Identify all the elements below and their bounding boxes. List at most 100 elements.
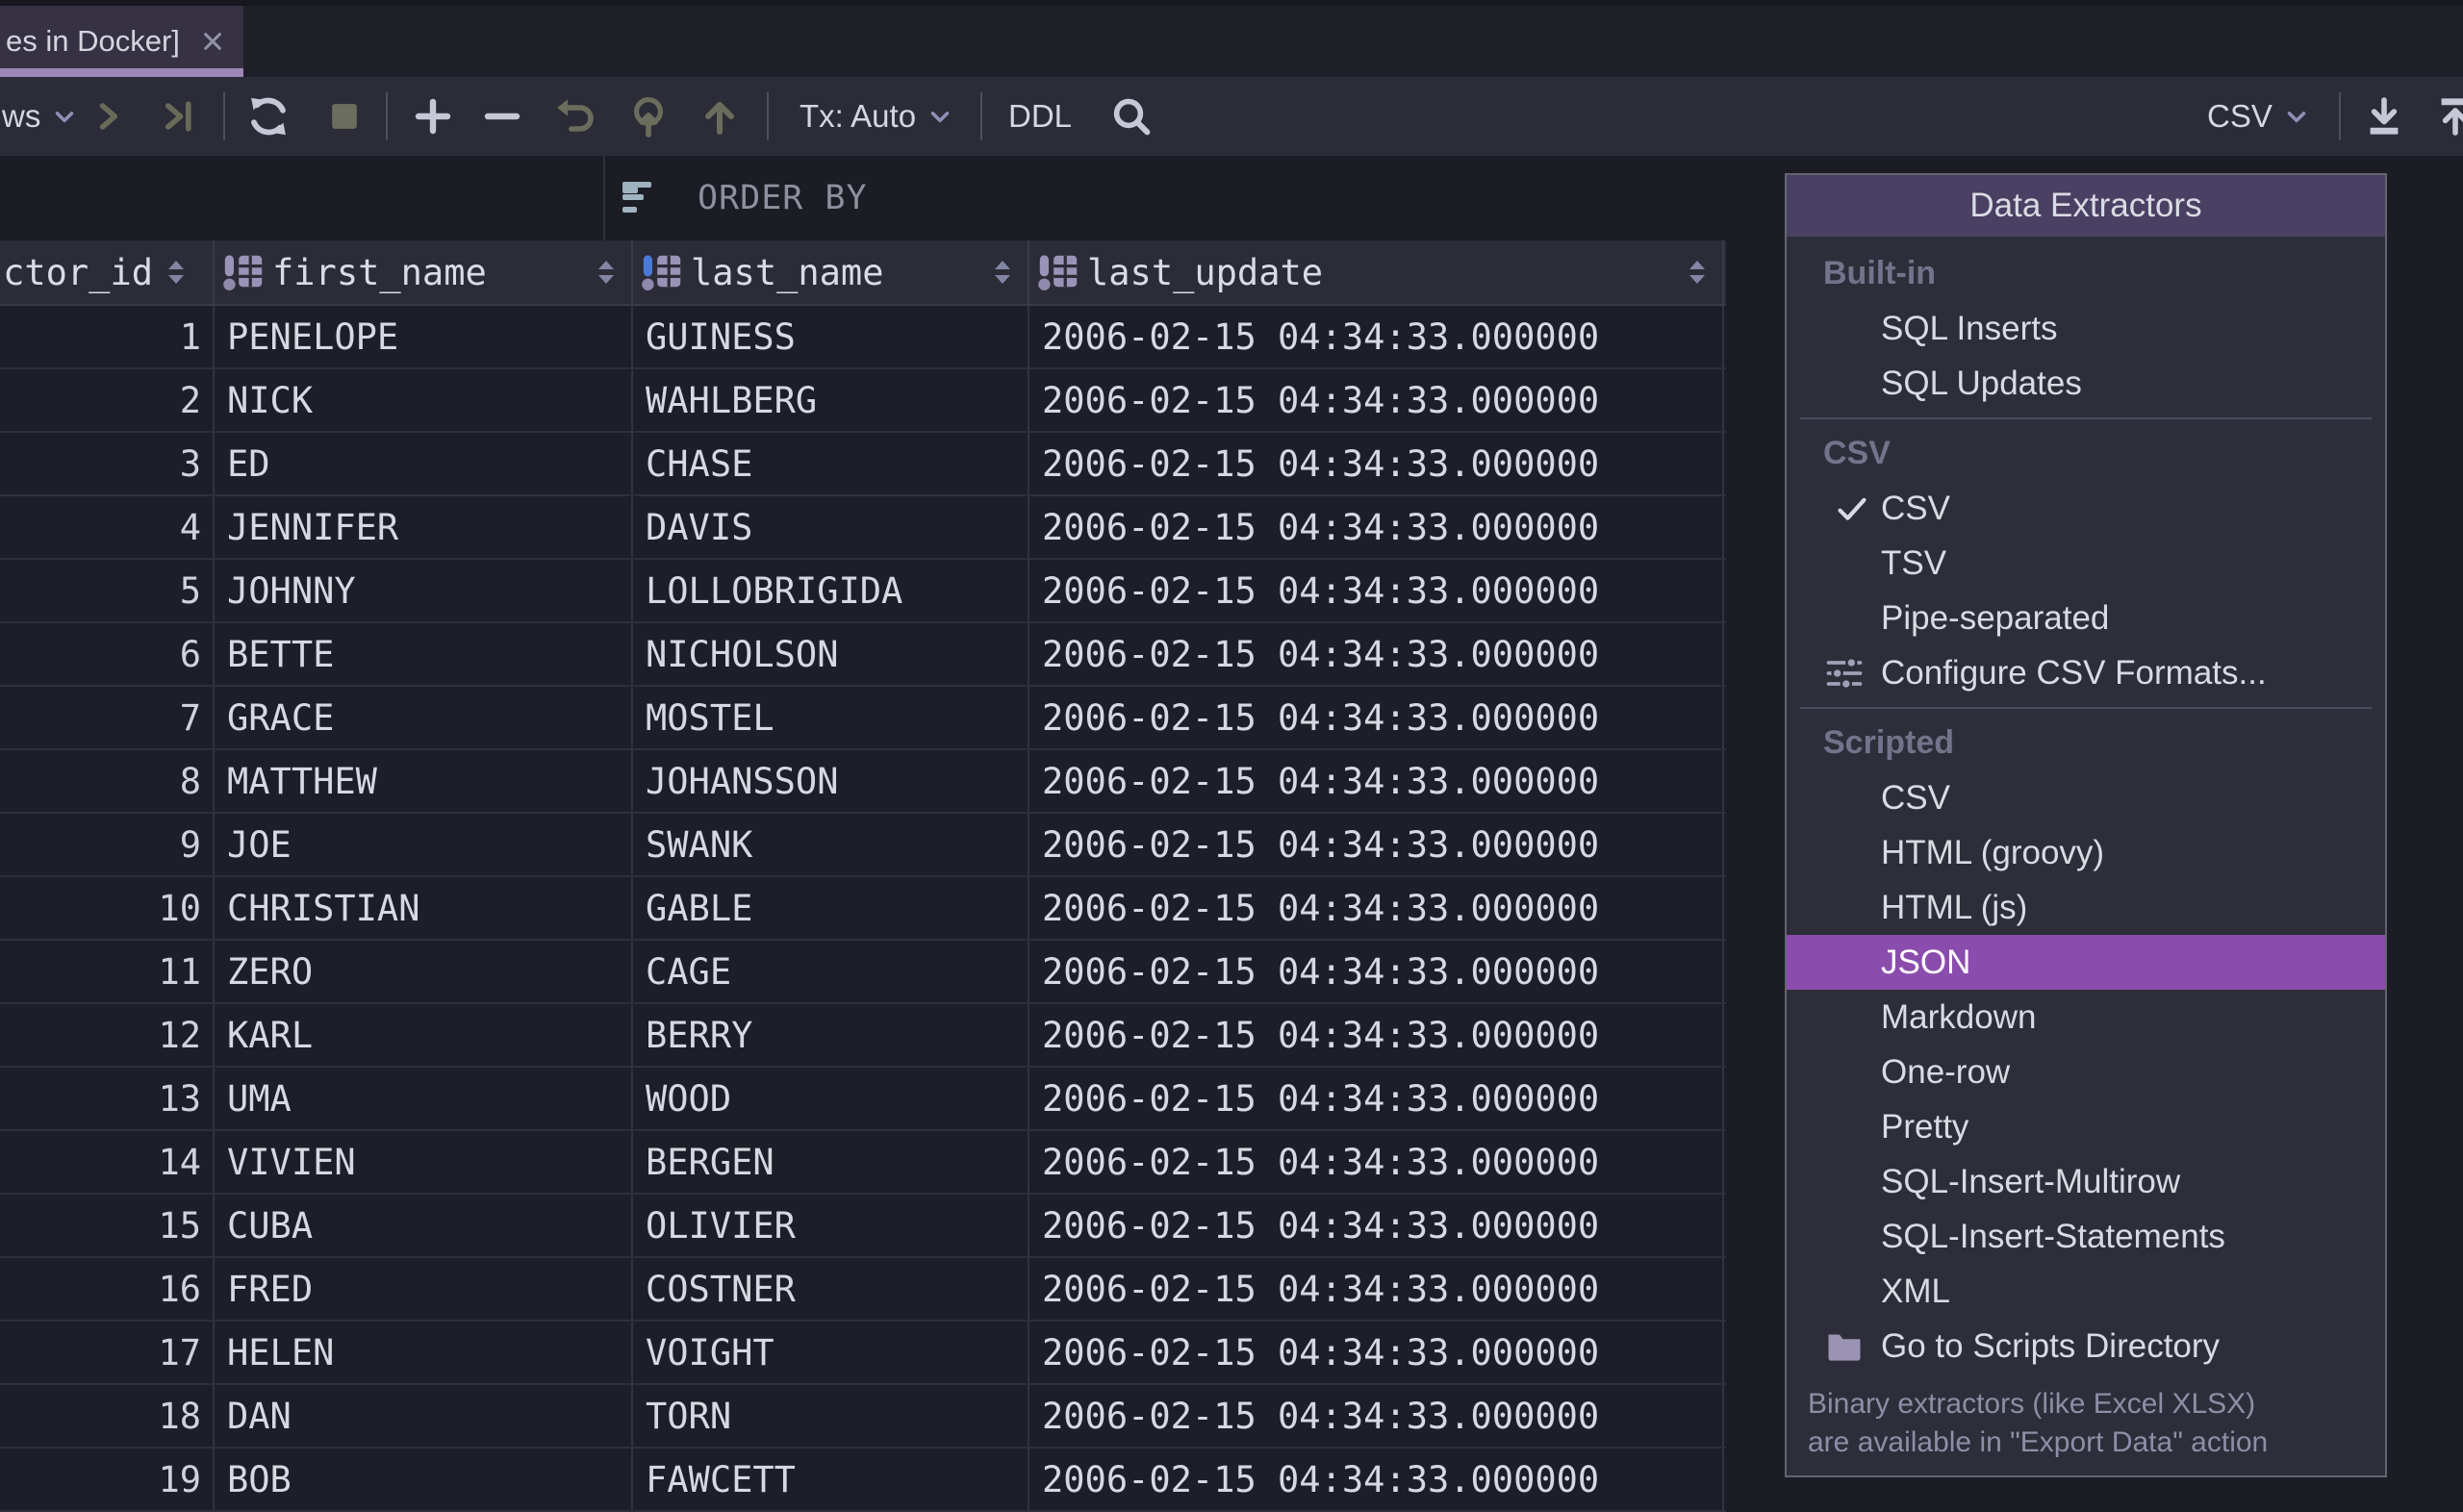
column-header-last-update[interactable]: last_update xyxy=(1029,240,1724,304)
cell-first-name[interactable]: BETTE xyxy=(215,623,633,685)
row-id-cell[interactable]: 6 xyxy=(0,623,215,685)
row-id-cell[interactable]: 4 xyxy=(0,496,215,558)
cell-last-name[interactable]: OLIVIER xyxy=(633,1195,1029,1256)
cell-last-name[interactable]: BERGEN xyxy=(633,1131,1029,1193)
cell-first-name[interactable]: PENELOPE xyxy=(215,306,633,367)
cell-first-name[interactable]: JOE xyxy=(215,814,633,875)
sort-widget-icon[interactable] xyxy=(995,261,1010,284)
cell-last-update[interactable]: 2006-02-15 04:34:33.000000 xyxy=(1029,1322,1724,1383)
row-id-cell[interactable]: 11 xyxy=(0,941,215,1002)
cell-last-update[interactable]: 2006-02-15 04:34:33.000000 xyxy=(1029,496,1724,558)
cell-last-name[interactable]: WAHLBERG xyxy=(633,369,1029,431)
transaction-mode-dropdown[interactable]: Tx: Auto xyxy=(800,77,954,156)
cell-first-name[interactable]: FRED xyxy=(215,1258,633,1320)
cell-last-name[interactable]: GUINESS xyxy=(633,306,1029,367)
cell-last-update[interactable]: 2006-02-15 04:34:33.000000 xyxy=(1029,1385,1724,1447)
menu-item-sql-insert-statements[interactable]: SQL-Insert-Statements xyxy=(1787,1209,2385,1264)
row-id-cell[interactable]: 5 xyxy=(0,560,215,621)
menu-item-xml[interactable]: XML xyxy=(1787,1264,2385,1319)
row-id-cell[interactable]: 17 xyxy=(0,1322,215,1383)
cell-first-name[interactable]: NICK xyxy=(215,369,633,431)
cell-last-name[interactable]: COSTNER xyxy=(633,1258,1029,1320)
menu-item-go-to-scripts-directory[interactable]: Go to Scripts Directory xyxy=(1787,1319,2385,1373)
row-id-cell[interactable]: 15 xyxy=(0,1195,215,1256)
row-id-cell[interactable]: 18 xyxy=(0,1385,215,1447)
sort-widget-icon[interactable] xyxy=(598,261,614,284)
column-header-ctor-id[interactable]: ctor_id xyxy=(0,240,215,304)
search-button[interactable] xyxy=(1108,77,1155,156)
cell-last-update[interactable]: 2006-02-15 04:34:33.000000 xyxy=(1029,1004,1724,1066)
row-id-cell[interactable]: 13 xyxy=(0,1068,215,1129)
cell-last-update[interactable]: 2006-02-15 04:34:33.000000 xyxy=(1029,1131,1724,1193)
ddl-button[interactable]: DDL xyxy=(1008,77,1072,156)
order-by-field[interactable]: ORDER BY xyxy=(622,156,868,240)
menu-item-configure-csv-formats[interactable]: Configure CSV Formats... xyxy=(1787,645,2385,700)
cell-first-name[interactable]: GRACE xyxy=(215,687,633,748)
export-data-button[interactable] xyxy=(2361,77,2407,156)
extractor-dropdown[interactable]: CSV xyxy=(2207,77,2311,156)
row-id-cell[interactable]: 16 xyxy=(0,1258,215,1320)
cell-first-name[interactable]: HELEN xyxy=(215,1322,633,1383)
cell-last-name[interactable]: SWANK xyxy=(633,814,1029,875)
row-id-cell[interactable]: 12 xyxy=(0,1004,215,1066)
add-row-button[interactable] xyxy=(410,77,456,156)
cell-last-name[interactable]: FAWCETT xyxy=(633,1449,1029,1510)
menu-item-pipe-separated[interactable]: Pipe-separated xyxy=(1787,591,2385,645)
menu-item-tsv[interactable]: TSV xyxy=(1787,536,2385,591)
next-page-button[interactable] xyxy=(87,77,129,156)
cell-first-name[interactable]: ZERO xyxy=(215,941,633,1002)
cell-last-name[interactable]: CAGE xyxy=(633,941,1029,1002)
cell-last-update[interactable]: 2006-02-15 04:34:33.000000 xyxy=(1029,1195,1724,1256)
column-header-last-name[interactable]: last_name xyxy=(633,240,1029,304)
cell-first-name[interactable]: BOB xyxy=(215,1449,633,1510)
close-icon[interactable] xyxy=(197,26,228,57)
import-data-button[interactable] xyxy=(2432,77,2463,156)
cell-first-name[interactable]: CUBA xyxy=(215,1195,633,1256)
cell-last-update[interactable]: 2006-02-15 04:34:33.000000 xyxy=(1029,369,1724,431)
cell-first-name[interactable]: UMA xyxy=(215,1068,633,1129)
tab-databases-in-docker[interactable]: es in Docker] xyxy=(0,6,243,77)
cell-first-name[interactable]: CHRISTIAN xyxy=(215,877,633,939)
menu-item-html-groovy[interactable]: HTML (groovy) xyxy=(1787,825,2385,880)
menu-item-json[interactable]: JSON xyxy=(1787,935,2385,990)
cell-first-name[interactable]: VIVIEN xyxy=(215,1131,633,1193)
row-id-cell[interactable]: 2 xyxy=(0,369,215,431)
cell-first-name[interactable]: JOHNNY xyxy=(215,560,633,621)
menu-item-sql-updates[interactable]: SQL Updates xyxy=(1787,356,2385,411)
cell-last-name[interactable]: BERRY xyxy=(633,1004,1029,1066)
sort-widget-icon[interactable] xyxy=(1689,261,1705,284)
cell-last-update[interactable]: 2006-02-15 04:34:33.000000 xyxy=(1029,623,1724,685)
cell-last-update[interactable]: 2006-02-15 04:34:33.000000 xyxy=(1029,433,1724,494)
cell-last-update[interactable]: 2006-02-15 04:34:33.000000 xyxy=(1029,306,1724,367)
cell-last-update[interactable]: 2006-02-15 04:34:33.000000 xyxy=(1029,560,1724,621)
menu-item-markdown[interactable]: Markdown xyxy=(1787,990,2385,1045)
stop-button[interactable] xyxy=(323,77,366,156)
menu-item-sql-inserts[interactable]: SQL Inserts xyxy=(1787,301,2385,356)
cell-first-name[interactable]: KARL xyxy=(215,1004,633,1066)
cell-last-name[interactable]: CHASE xyxy=(633,433,1029,494)
row-id-cell[interactable]: 3 xyxy=(0,433,215,494)
refresh-button[interactable] xyxy=(244,77,292,156)
cell-last-update[interactable]: 2006-02-15 04:34:33.000000 xyxy=(1029,877,1724,939)
row-id-cell[interactable]: 1 xyxy=(0,306,215,367)
cell-last-name[interactable]: TORN xyxy=(633,1385,1029,1447)
column-header-first-name[interactable]: first_name xyxy=(215,240,633,304)
row-id-cell[interactable]: 9 xyxy=(0,814,215,875)
cell-last-name[interactable]: JOHANSSON xyxy=(633,750,1029,812)
cell-last-name[interactable]: GABLE xyxy=(633,877,1029,939)
row-id-cell[interactable]: 7 xyxy=(0,687,215,748)
sort-widget-icon[interactable] xyxy=(168,261,184,284)
row-id-cell[interactable]: 10 xyxy=(0,877,215,939)
revert-button[interactable] xyxy=(552,77,598,156)
cell-last-name[interactable]: NICHOLSON xyxy=(633,623,1029,685)
cell-last-name[interactable]: WOOD xyxy=(633,1068,1029,1129)
cell-last-update[interactable]: 2006-02-15 04:34:33.000000 xyxy=(1029,814,1724,875)
cell-last-update[interactable]: 2006-02-15 04:34:33.000000 xyxy=(1029,1449,1724,1510)
row-id-cell[interactable]: 19 xyxy=(0,1449,215,1510)
cell-last-update[interactable]: 2006-02-15 04:34:33.000000 xyxy=(1029,687,1724,748)
menu-item-html-js[interactable]: HTML (js) xyxy=(1787,880,2385,935)
menu-item-pretty[interactable]: Pretty xyxy=(1787,1099,2385,1154)
submit-button[interactable] xyxy=(625,77,672,156)
cell-last-update[interactable]: 2006-02-15 04:34:33.000000 xyxy=(1029,941,1724,1002)
menu-item-one-row[interactable]: One-row xyxy=(1787,1045,2385,1099)
